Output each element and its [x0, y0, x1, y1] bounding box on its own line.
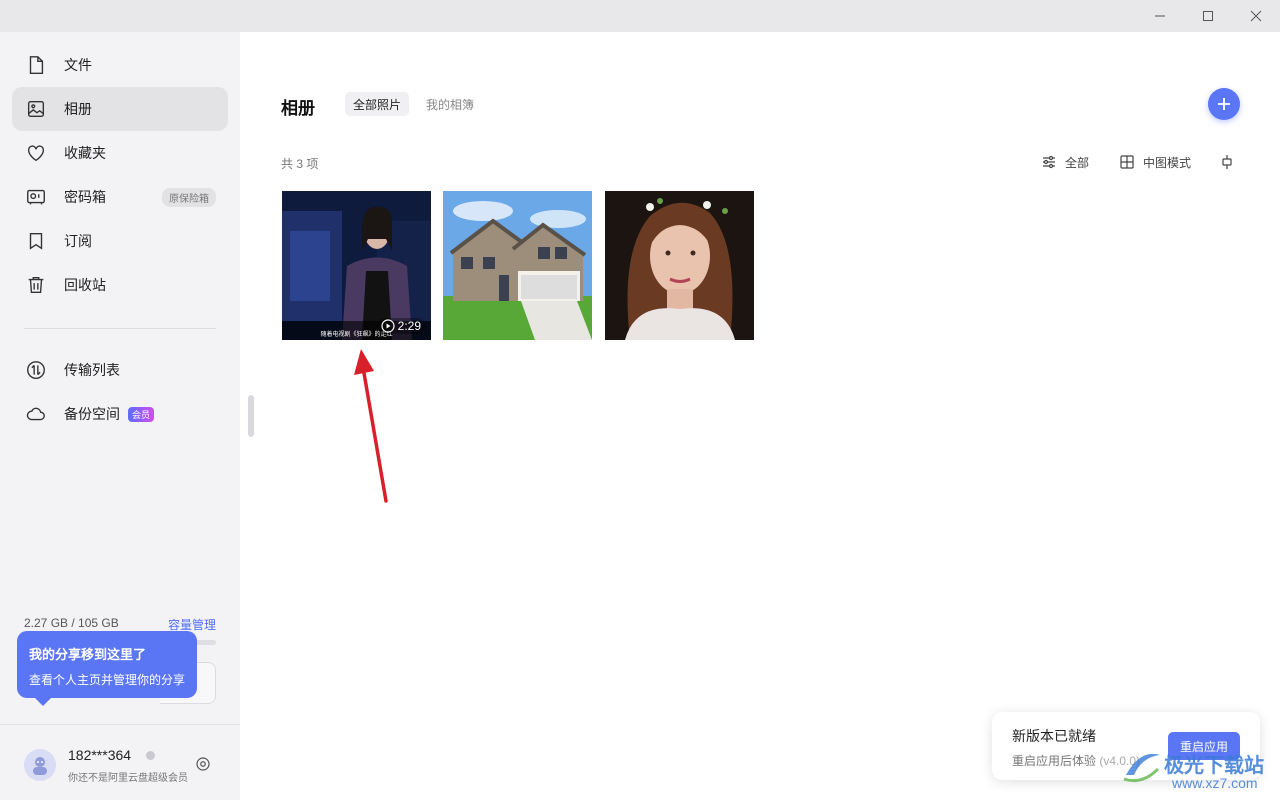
- maximize-icon: [1203, 11, 1213, 21]
- view-mode-button[interactable]: 中图模式: [1119, 152, 1191, 172]
- maximize-button[interactable]: [1185, 0, 1231, 32]
- update-title: 新版本已就绪: [1012, 728, 1096, 744]
- tab-all-photos[interactable]: 全部照片: [345, 92, 410, 116]
- title-bar: [0, 0, 1280, 32]
- safe-tag: 原保险箱: [162, 187, 216, 207]
- sidebar-item-album[interactable]: 相册: [12, 87, 228, 131]
- heart-icon: [24, 141, 48, 165]
- tooltip-title: 我的分享移到这里了: [29, 647, 147, 662]
- avatar[interactable]: [24, 749, 56, 781]
- sidebar-item-label: 回收站: [64, 277, 106, 293]
- storage-usage: 2.27 GB / 105 GB: [24, 616, 119, 630]
- close-button[interactable]: [1233, 0, 1279, 32]
- safe-icon: [24, 185, 48, 209]
- tab-my-albums[interactable]: 我的相簿: [418, 92, 482, 116]
- minimize-button[interactable]: [1137, 0, 1183, 32]
- sidebar-item-backup[interactable]: 备份空间 会员: [12, 392, 228, 436]
- sidebar-item-subscribe[interactable]: 订阅: [12, 219, 228, 263]
- watermark: 极光下载站 www.xz7.com: [1120, 745, 1280, 800]
- photo-thumbnail-portrait[interactable]: [605, 191, 754, 340]
- portrait-photo: [605, 191, 754, 340]
- sidebar-item-trash[interactable]: 回收站: [12, 263, 228, 307]
- plus-icon: [1218, 98, 1230, 110]
- sidebar-item-label: 订阅: [64, 233, 92, 249]
- photo-thumbnail-house[interactable]: [443, 191, 592, 340]
- transfer-icon: [24, 358, 48, 382]
- close-icon: [1250, 10, 1262, 22]
- video-duration-badge: 2:29: [376, 318, 425, 334]
- item-count: 共 3 项: [281, 157, 319, 171]
- sort-icon: [1222, 155, 1232, 169]
- watermark-url: www.xz7.com: [1172, 775, 1258, 791]
- sidebar-item-label: 文件: [64, 57, 92, 73]
- sidebar-item-label: 收藏夹: [64, 145, 106, 161]
- cloud-icon: [24, 402, 48, 426]
- sidebar-item-label: 备份空间: [64, 406, 120, 422]
- filter-label: 全部: [1065, 155, 1090, 170]
- annotation-arrow: [354, 349, 388, 503]
- house-photo: [443, 191, 592, 340]
- settings-icon[interactable]: [194, 755, 212, 773]
- update-subtitle-text: 重启应用后体验: [1012, 754, 1097, 768]
- sidebar-item-transfer[interactable]: 传输列表: [12, 348, 228, 392]
- sidebar-item-label: 传输列表: [64, 362, 120, 378]
- filter-icon: [1043, 155, 1055, 169]
- sidebar-resize-handle[interactable]: [248, 395, 254, 437]
- sidebar-divider: [24, 328, 216, 329]
- file-icon: [24, 53, 48, 77]
- username: 182***364: [68, 747, 132, 763]
- sidebar-item-files[interactable]: 文件: [12, 43, 228, 87]
- sidebar-item-label: 相册: [64, 101, 92, 117]
- filter-button[interactable]: 全部: [1041, 152, 1089, 172]
- sidebar-item-safe[interactable]: 密码箱 原保险箱: [12, 175, 228, 219]
- user-area: 182***364 你还不是阿里云盘超级会员: [0, 724, 240, 800]
- view-mode-label: 中图模式: [1143, 155, 1192, 170]
- album-icon: [24, 97, 48, 121]
- tooltip-arrow: [35, 698, 51, 706]
- trash-icon: [24, 273, 48, 297]
- tooltip-body: 查看个人主页并管理你的分享: [29, 673, 186, 687]
- watermark-logo-icon: [1123, 753, 1160, 783]
- sort-button[interactable]: [1219, 152, 1243, 172]
- add-button[interactable]: [1208, 88, 1240, 120]
- share-moved-tooltip[interactable]: 我的分享移到这里了 查看个人主页并管理你的分享: [17, 631, 197, 706]
- vip-badge: 会员: [128, 406, 155, 422]
- member-status: 你还不是阿里云盘超级会员: [68, 773, 188, 784]
- grid-icon: [1120, 155, 1134, 169]
- sidebar-item-favorites[interactable]: 收藏夹: [12, 131, 228, 175]
- bookmark-icon: [24, 229, 48, 253]
- video-duration: 2:29: [397, 319, 421, 333]
- page-title: 相册: [281, 99, 315, 118]
- photo-thumbnail-video[interactable]: 随着电视剧《狂飙》的走红 2:29: [282, 191, 431, 340]
- minimize-icon: [1155, 15, 1165, 17]
- member-badge-icon: [146, 751, 155, 760]
- play-icon: [381, 319, 395, 333]
- sidebar-item-label: 密码箱: [64, 189, 106, 205]
- watermark-text: 极光下载站: [1164, 755, 1264, 777]
